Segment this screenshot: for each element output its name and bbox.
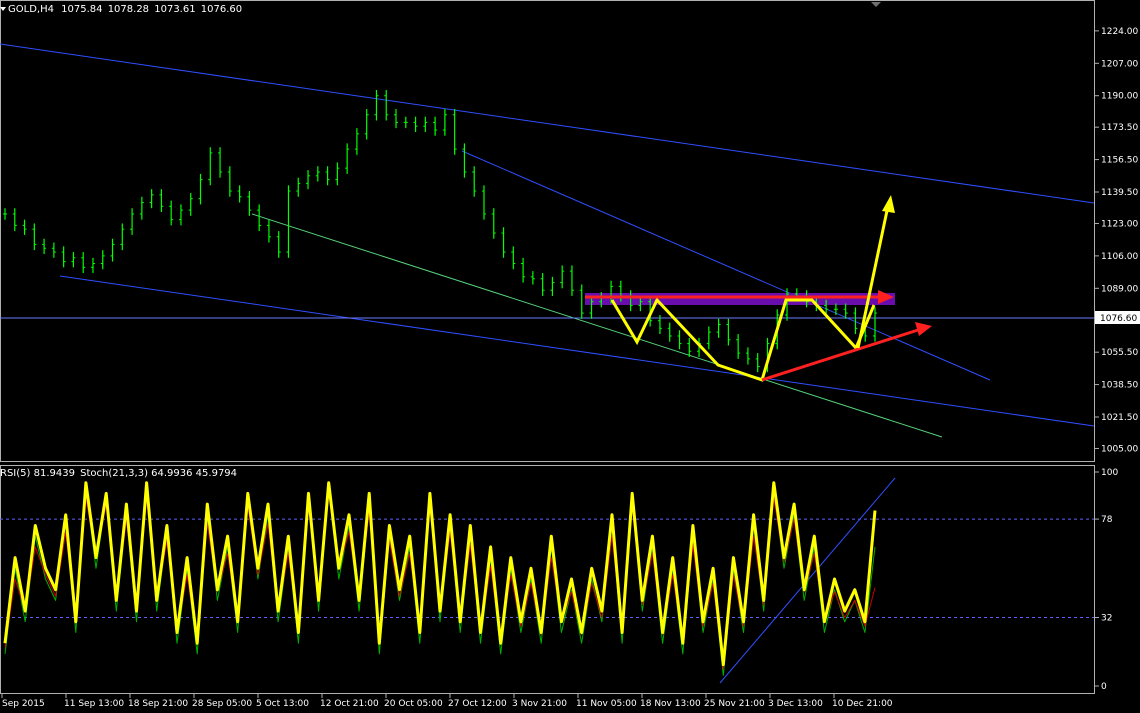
price-tick-label: 1173.50 [1101,123,1138,133]
rsi-line [3,481,877,667]
chart-window: 1224.00 1207.00 1190.00 1173.50 1156.50 1139.… [0,0,1140,709]
breakout-arrow-line [856,205,890,349]
high-value: 1078.28 [107,4,150,15]
time-tick-label: 25 Nov 21:00 [704,699,765,709]
price-axis: 1224.00 1207.00 1190.00 1173.50 1156.50 1139.… [1094,27,1138,454]
indicator-tick-label: 100 [1101,468,1118,478]
stoch-main-line [4,488,876,676]
price-tick-label: 1224.00 [1101,27,1138,37]
price-tick-label: 1005.00 [1101,444,1138,454]
indicator-tick-label: 0 [1101,682,1107,692]
open-value: 1075.84 [61,4,103,15]
price-tick-label: 1207.00 [1101,59,1138,69]
price-tick-label: 1038.50 [1101,381,1138,391]
support-line [251,213,943,438]
resistance-zone [585,293,895,305]
time-tick-label: 11 Nov 05:00 [576,699,637,709]
price-tick-label: 1106.00 [1101,252,1138,262]
price-tick-label: 1055.50 [1101,348,1138,358]
time-tick-label: 18 Sep 21:00 [128,699,188,709]
time-tick-label: 20 Oct 05:00 [384,699,443,709]
rsi-label: RSI(5) 81.9439 [0,468,75,479]
pattern-annotations [585,195,932,382]
price-tick-label: 1139.50 [1101,188,1138,198]
indicator-tick-label: 78 [1101,515,1113,525]
wave-pattern-line [610,297,876,382]
time-axis: Sep 2015 11 Sep 13:00 18 Sep 21:00 28 Sep 0… [1,694,893,709]
time-tick-label: 27 Oct 12:00 [448,699,507,709]
chart-menu-icon[interactable] [0,7,6,11]
main-pane-frame [0,0,1095,462]
trendlines [0,43,1095,438]
indicator-axis: 100 78 32 0 [1094,468,1118,692]
breakout-arrow-head [882,195,895,213]
chart-header: GOLD,H4 1075.84 1078.28 1073.61 1076.60 [0,4,242,15]
stoch-signal-line [4,492,876,670]
indicator-header: RSI(5) 81.9439 Stoch(21,3,3) 64.9936 45.… [0,468,237,479]
price-bars [3,89,877,373]
channel-upper-line [0,43,1095,204]
time-tick-label: 3 Nov 21:00 [512,699,567,709]
price-tick-label: 1021.50 [1101,413,1138,423]
time-tick-label: 12 Oct 21:00 [320,699,379,709]
price-tick-label: 1190.00 [1101,92,1138,102]
indicator-lines [3,481,877,676]
time-tick-label: 3 Dec 13:00 [768,699,823,709]
stoch-label: Stoch(21,3,3) 64.9936 45.9794 [80,468,238,479]
time-tick-label: 5 Oct 13:00 [256,699,309,709]
price-tick-label: 1089.00 [1101,284,1138,294]
time-tick-label: Sep 2015 [2,699,45,709]
time-tick-label: 28 Sep 05:00 [192,699,252,709]
chart-canvas[interactable]: 1224.00 1207.00 1190.00 1173.50 1156.50 1139.… [0,0,1140,709]
price-tick-label: 1156.50 [1101,156,1138,166]
time-tick-label: 18 Nov 13:00 [640,699,701,709]
channel-lower-line [59,275,1095,427]
symbol-label: GOLD,H4 [8,4,54,15]
scroll-marker-icon[interactable] [871,2,881,7]
price-tick-label: 1123.00 [1101,219,1138,229]
indicator-tick-label: 32 [1101,614,1112,624]
current-price-label: 1076.60 [1100,314,1137,324]
close-value: 1076.60 [200,4,243,15]
target-arrow-line [761,328,919,382]
target-arrow-head [915,322,932,336]
low-value: 1073.61 [154,4,196,15]
time-tick-label: 10 Dec 21:00 [832,699,893,709]
time-tick-label: 11 Sep 13:00 [64,699,124,709]
